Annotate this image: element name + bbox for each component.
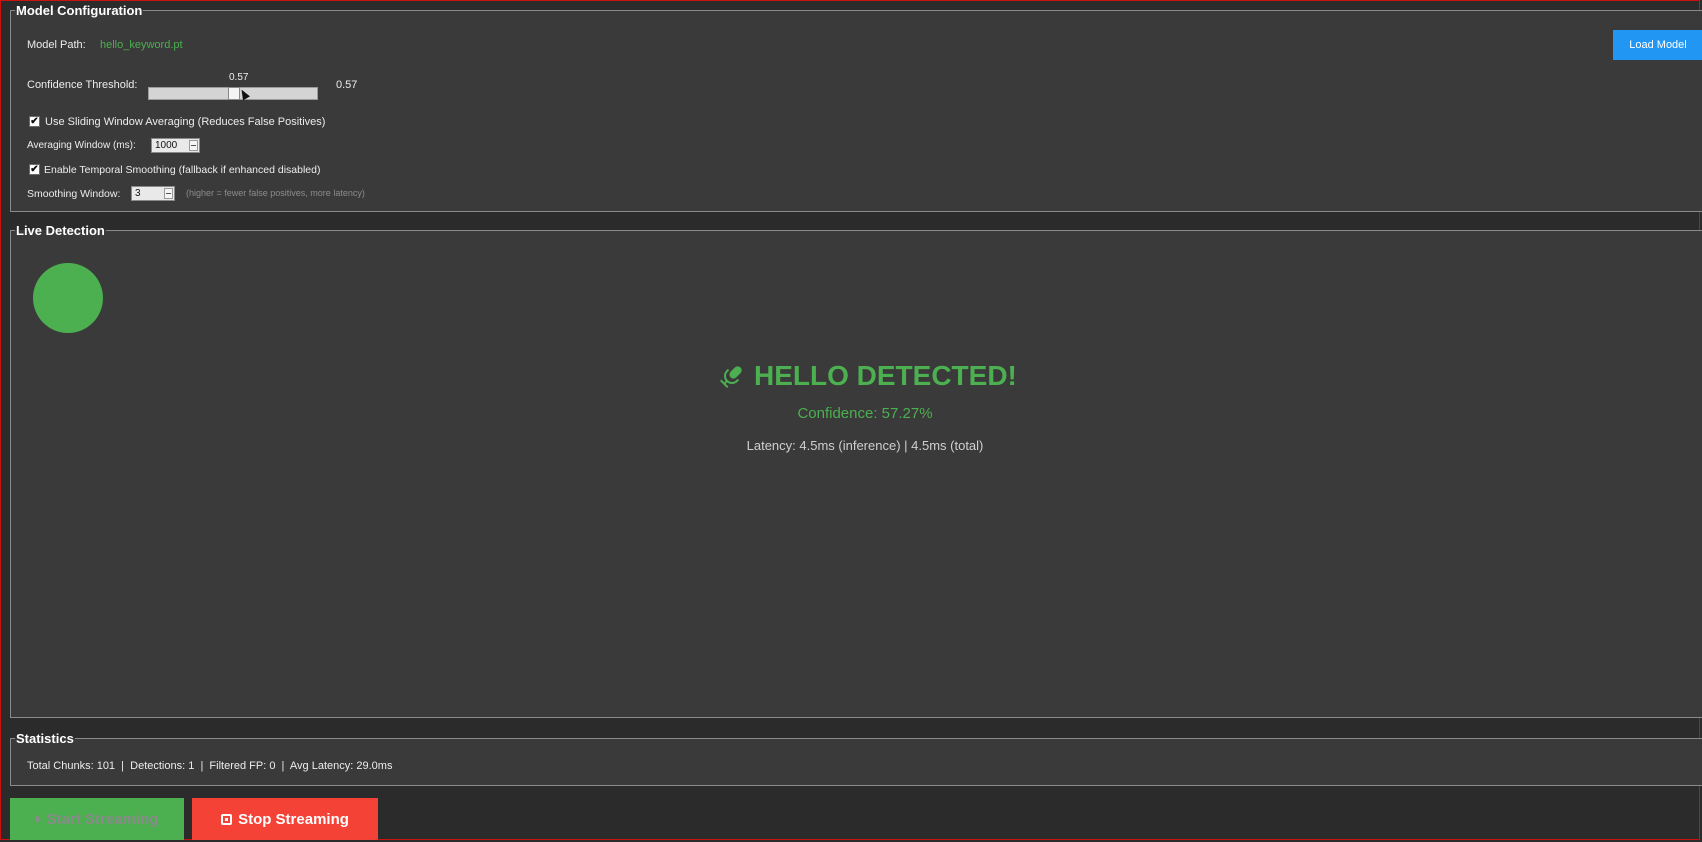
- averaging-window-label: Averaging Window (ms):: [27, 140, 136, 151]
- averaging-window-value: 1000: [155, 140, 178, 151]
- model-path-label: Model Path:: [27, 39, 86, 51]
- statistics-title: Statistics: [16, 731, 74, 746]
- stop-icon: [221, 813, 233, 825]
- statistics-summary: Total Chunks: 101 | Detections: 1 | Filt…: [27, 760, 393, 772]
- stop-streaming-label: Stop Streaming: [238, 810, 349, 828]
- sliding-window-checkbox[interactable]: ✔: [29, 116, 40, 127]
- model-configuration-title: Model Configuration: [16, 3, 143, 18]
- live-detection-panel: Live Detection: [10, 223, 1702, 718]
- latency-row: Latency: 4.5ms (inference) | 4.5ms (tota…: [0, 437, 1702, 455]
- smoothing-window-label: Smoothing Window:: [27, 188, 121, 200]
- smoothing-hint: (higher = fewer false positives, more la…: [186, 188, 365, 198]
- sliding-window-label: Use Sliding Window Averaging (Reduces Fa…: [45, 116, 326, 128]
- detection-headline: HELLO DETECTED!: [718, 360, 1017, 392]
- start-streaming-label: Start Streaming: [46, 810, 159, 828]
- smoothing-window-value: 3: [135, 188, 141, 199]
- temporal-smoothing-checkbox[interactable]: ✔: [29, 164, 40, 175]
- stop-streaming-button[interactable]: Stop Streaming: [192, 798, 378, 840]
- threshold-slider-tick-label: 0.57: [229, 72, 249, 83]
- detection-indicator-light: [33, 263, 103, 333]
- statistics-panel: Statistics: [10, 731, 1702, 786]
- temporal-smoothing-label: Enable Temporal Smoothing (fallback if e…: [44, 164, 321, 176]
- detection-confidence: Confidence: 57.27%: [797, 405, 933, 422]
- checkmark-icon: ✔: [30, 164, 39, 175]
- confidence-threshold-label: Confidence Threshold:: [27, 79, 138, 91]
- confidence-threshold-slider[interactable]: [148, 87, 318, 100]
- microphone-icon: [719, 366, 742, 389]
- load-model-button[interactable]: Load Model: [1613, 30, 1702, 60]
- smoothing-window-spinbox[interactable]: 3: [131, 186, 175, 201]
- detection-latency: Latency: 4.5ms (inference) | 4.5ms (tota…: [746, 438, 984, 453]
- checkmark-icon: ✔: [30, 116, 39, 127]
- start-streaming-button[interactable]: Start Streaming: [10, 798, 184, 840]
- spinbox-arrows-icon[interactable]: [189, 140, 198, 151]
- averaging-window-spinbox[interactable]: 1000: [151, 138, 200, 153]
- detection-headline-text: HELLO DETECTED!: [754, 360, 1017, 391]
- spinbox-arrows-icon[interactable]: [164, 188, 173, 199]
- model-configuration-panel: Model Configuration: [10, 3, 1702, 212]
- confidence-row: Confidence: 57.27%: [0, 405, 1702, 423]
- model-path-value: hello_keyword.pt: [100, 39, 183, 51]
- live-detection-title: Live Detection: [16, 223, 105, 238]
- confidence-threshold-value: 0.57: [336, 79, 358, 91]
- play-icon: [35, 815, 41, 823]
